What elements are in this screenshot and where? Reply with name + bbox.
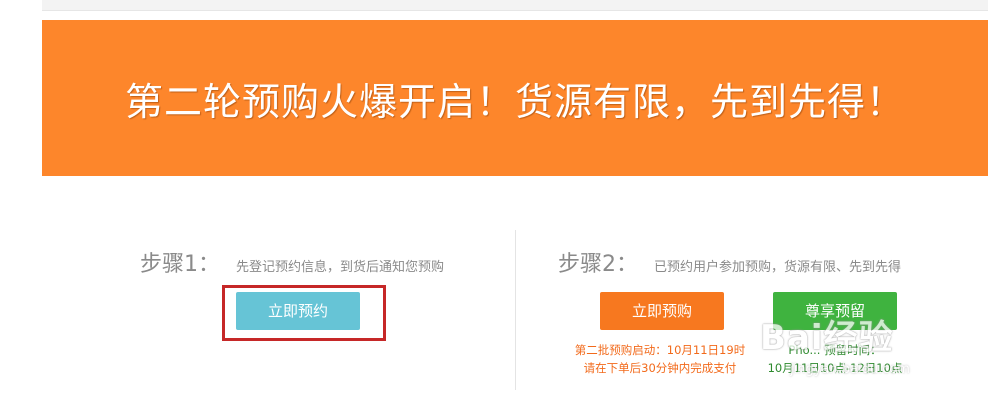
reserve-now-button[interactable]: 立即预约	[236, 292, 360, 330]
step1-label: 步骤1：	[140, 252, 220, 277]
step2-heading: 步骤2： 已预约用户参加预购，货源有限、先到先得	[558, 246, 901, 278]
preorder-note-line1: 第二批预购启动：10月11日19时	[574, 343, 746, 357]
top-strip	[42, 0, 988, 11]
preorder-note-line2: 请在下单后30分钟内完成支付	[583, 361, 737, 375]
step1-heading: 步骤1： 先登记预约信息，到货后通知您预购	[140, 246, 444, 278]
preorder-note: 第二批预购启动：10月11日19时 请在下单后30分钟内完成支付	[560, 341, 760, 377]
page: 第二轮预购火爆开启！货源有限，先到先得！ 步骤1： 先登记预约信息，到货后通知您…	[0, 0, 1000, 410]
vip-reserve-button[interactable]: 尊享预留	[773, 292, 897, 330]
preorder-now-button[interactable]: 立即预购	[600, 292, 724, 330]
promo-banner: 第二轮预购火爆开启！货源有限，先到先得！	[42, 20, 988, 176]
vip-note-line2: 10月11日10点-12日10点	[767, 361, 903, 375]
vip-note-line1: Pho... 预留时间：	[788, 343, 882, 357]
vip-note: Pho... 预留时间： 10月11日10点-12日10点	[760, 341, 910, 377]
step1-description: 先登记预约信息，到货后通知您预购	[236, 260, 445, 275]
banner-title: 第二轮预购火爆开启！货源有限，先到先得！	[124, 79, 905, 124]
step2-label: 步骤2：	[558, 252, 638, 277]
step2-description: 已预约用户参加预购，货源有限、先到先得	[654, 260, 902, 275]
step-divider	[515, 230, 516, 390]
